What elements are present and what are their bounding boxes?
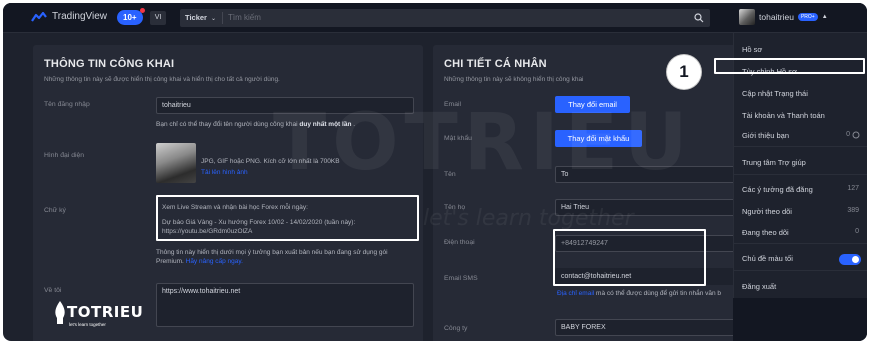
contact-highlight: [553, 229, 706, 286]
signature-highlight: [156, 195, 419, 241]
about-textarea[interactable]: https://www.tohaitrieu.net: [156, 283, 414, 327]
personal-details-subtitle: Những thông tin này sẽ không hiển thị cô…: [444, 76, 584, 83]
sms-email-label: Email SMS: [444, 275, 478, 282]
notification-dot: [139, 8, 145, 13]
upload-image-link[interactable]: Tải lên hình ảnh: [201, 168, 248, 177]
public-info-panel: THÔNG TIN CÔNG KHAI Những thông tin này …: [33, 45, 423, 341]
menu-item-refer-friend[interactable]: Giới thiệu bạn: [742, 131, 789, 140]
username: tohaitrieu: [759, 12, 794, 22]
menu-item-ideas[interactable]: Các ý tưởng đã đăng: [742, 185, 813, 194]
username-label: Tên đăng nhập: [44, 101, 90, 108]
ideas-count: 127: [847, 185, 859, 192]
search-icon[interactable]: [694, 13, 704, 23]
chevron-down-icon: ⌄: [210, 16, 216, 22]
menu-divider: [734, 243, 867, 244]
menu-divider: [734, 174, 867, 175]
avatar-label: Hình đại diện: [44, 152, 85, 159]
avatar: [739, 9, 755, 25]
language-button[interactable]: VI: [150, 11, 166, 25]
followers-count: 389: [847, 207, 859, 214]
search-type-select[interactable]: Ticker ⌄: [185, 9, 216, 28]
menu-item-logout[interactable]: Đăng xuất: [742, 282, 776, 291]
signature-note: Thông tin này hiển thị dưới mọi ý tưởng …: [156, 249, 388, 256]
search-input[interactable]: Tìm kiếm: [228, 9, 261, 27]
notification-count: 10+: [123, 13, 137, 22]
menu-item-following[interactable]: Đang theo dõi: [742, 228, 789, 237]
refer-count: 0: [846, 131, 850, 138]
notification-badge[interactable]: 10+: [117, 8, 145, 25]
tradingview-logo-icon: [31, 11, 47, 22]
personal-details-title: CHI TIẾT CÁ NHÂN: [444, 58, 547, 70]
step-number-badge: 1: [667, 55, 701, 89]
dark-theme-toggle[interactable]: [839, 254, 861, 265]
company-label: Công ty: [444, 325, 468, 332]
email-address-link[interactable]: Địa chỉ email: [557, 290, 594, 297]
menu-divider: [734, 146, 867, 147]
public-info-subtitle: Những thông tin này sẽ được hiển thị côn…: [44, 76, 280, 83]
menu-item-help-center[interactable]: Trung tâm Trợ giúp: [742, 158, 806, 167]
pro-badge: PRO+: [797, 13, 818, 21]
brand-name: TOTRIEU: [67, 303, 144, 321]
user-menu-toggle[interactable]: tohaitrieu PRO+ ▲: [739, 9, 828, 25]
menu-divider: [734, 270, 867, 271]
app-window: TradingView 10+ VI Ticker ⌄ Tìm kiếm toha…: [3, 3, 867, 341]
menu-item-profile[interactable]: Hồ sơ: [742, 45, 762, 54]
logo-text: TradingView: [52, 11, 108, 22]
brand-flame-icon: [55, 301, 65, 324]
about-label: Về tôi: [44, 287, 62, 294]
top-bar: TradingView 10+ VI Ticker ⌄ Tìm kiếm toha…: [3, 3, 867, 33]
menu-item-update-status[interactable]: Cập nhật Trạng thái: [742, 89, 808, 98]
signature-note-2: Premium. Hãy nâng cấp ngay.: [156, 258, 243, 265]
upgrade-link[interactable]: Hãy nâng cấp ngay.: [186, 258, 243, 265]
coin-icon: [852, 131, 860, 139]
company-field[interactable]: BABY FOREX: [555, 319, 735, 336]
menu-item-account-billing[interactable]: Tài khoản và Thanh toán: [742, 111, 825, 120]
menu-item-followers[interactable]: Người theo dõi: [742, 207, 792, 216]
watermark-text: TOTRIEU: [273, 98, 694, 188]
logo[interactable]: TradingView: [31, 11, 107, 22]
watermark-slogan: let's learn together: [423, 206, 634, 231]
signature-label: Chữ ký: [44, 207, 66, 214]
following-count: 0: [855, 228, 859, 235]
brand-slogan: let's learn together: [69, 322, 106, 327]
sms-email-note: Địa chỉ email mà có thể được dùng để gửi…: [557, 290, 722, 297]
phone-label: Điện thoại: [444, 239, 475, 246]
public-info-title: THÔNG TIN CÔNG KHAI: [44, 58, 175, 70]
avatar-preview: [156, 143, 196, 183]
menu-item-dark-theme[interactable]: Chủ đề màu tối: [742, 254, 793, 263]
search-bar[interactable]: Ticker ⌄ Tìm kiếm: [180, 9, 710, 27]
customize-profile-highlight: [714, 58, 865, 74]
caret-up-icon: ▲: [821, 14, 828, 20]
divider: [222, 12, 223, 24]
